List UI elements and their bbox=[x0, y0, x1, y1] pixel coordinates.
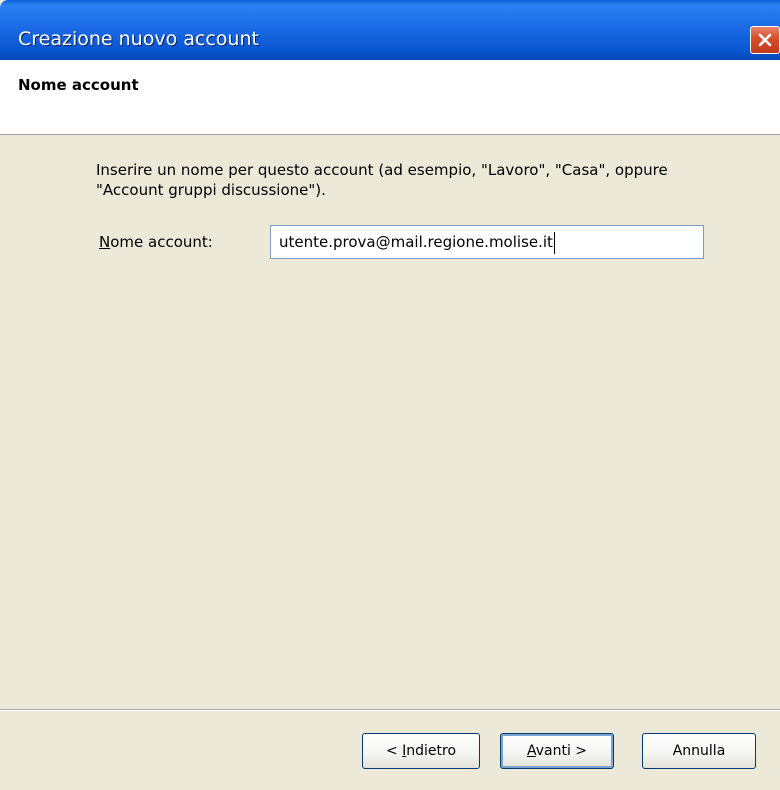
wizard-window: Creazione nuovo account Nome account Ins… bbox=[0, 0, 780, 790]
close-button[interactable] bbox=[750, 26, 780, 54]
account-name-value: utente.prova@mail.regione.molise.it bbox=[279, 233, 553, 251]
back-button-label: ndietro bbox=[406, 743, 457, 759]
title-bar[interactable]: Creazione nuovo account bbox=[0, 0, 780, 60]
next-button[interactable]: Avanti > bbox=[500, 733, 614, 769]
back-button[interactable]: < Indietro bbox=[362, 733, 480, 769]
instruction-text: Inserire un nome per questo account (ad … bbox=[96, 161, 668, 199]
next-button-mnemonic: A bbox=[526, 743, 536, 759]
page-title: Nome account bbox=[18, 76, 139, 94]
window-title: Creazione nuovo account bbox=[18, 28, 259, 50]
cancel-button[interactable]: Annulla bbox=[642, 733, 756, 769]
account-name-label-mnemonic: N bbox=[99, 233, 111, 251]
account-name-label-text: ome account: bbox=[110, 233, 213, 251]
text-caret bbox=[553, 231, 555, 254]
wizard-header: Nome account bbox=[0, 60, 780, 135]
account-name-input[interactable]: utente.prova@mail.regione.molise.it bbox=[270, 225, 704, 259]
close-icon bbox=[758, 33, 772, 47]
next-button-label: vanti > bbox=[535, 743, 588, 759]
back-button-prefix: < bbox=[385, 743, 403, 759]
footer-divider bbox=[0, 709, 780, 711]
account-name-label: Nome account: bbox=[99, 233, 213, 251]
